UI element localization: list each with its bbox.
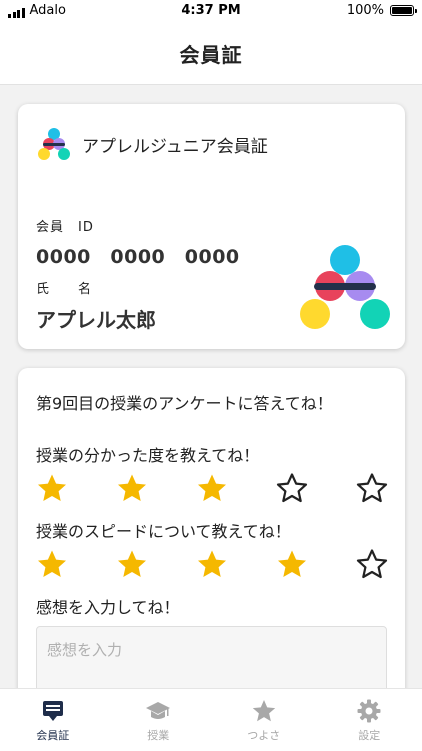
member-name-value: アプレル太郎: [36, 304, 156, 333]
member-name-label: 氏 名: [36, 278, 92, 297]
battery-icon: [390, 5, 414, 16]
nav-label-strength: つよさ: [247, 727, 280, 743]
star-filled-icon[interactable]: [196, 548, 228, 580]
small-logo-icon: [36, 126, 72, 162]
star-outline-icon[interactable]: [356, 472, 388, 504]
star-filled-icon[interactable]: [196, 472, 228, 504]
survey-heading: 第9回目の授業のアンケートに答えてね！: [36, 390, 333, 414]
question-speed: 授業のスピードについて教えてね！: [36, 518, 291, 542]
nav-label-member-card: 会員証: [36, 727, 69, 743]
status-bar: Adalo 4:37 PM 100%: [0, 0, 422, 22]
star-outline-icon[interactable]: [356, 548, 388, 580]
graduation-cap-icon: [145, 698, 171, 724]
star-filled-icon[interactable]: [36, 472, 68, 504]
nav-item-strength[interactable]: つよさ: [211, 689, 317, 751]
understanding-rating[interactable]: [36, 472, 388, 504]
question-understanding: 授業の分かった度を教えてね！: [36, 442, 259, 466]
member-id-label: 会員 ID: [36, 216, 94, 235]
speed-rating[interactable]: [36, 548, 388, 580]
bottom-nav: 会員証 授業 つよさ: [0, 688, 422, 751]
star-filled-icon[interactable]: [36, 548, 68, 580]
star-filled-icon[interactable]: [276, 548, 308, 580]
star-outline-icon[interactable]: [276, 472, 308, 504]
gear-icon: [356, 698, 382, 724]
question-comment: 感想を入力してね！: [36, 594, 180, 618]
nav-item-settings[interactable]: 設定: [317, 689, 422, 751]
member-id-value: 0000 0000 0000: [36, 242, 240, 269]
battery-percent: 100%: [347, 3, 384, 18]
status-right: 100%: [347, 3, 414, 18]
nav-label-settings: 設定: [358, 727, 380, 743]
star-icon: [251, 698, 277, 724]
member-card-icon: [40, 698, 66, 724]
page-title: 会員証: [180, 39, 243, 68]
nav-label-lessons: 授業: [147, 727, 169, 743]
star-filled-icon[interactable]: [116, 548, 148, 580]
app-header: 会員証: [0, 22, 422, 85]
member-card: アプレルジュニア会員証 会員 ID 0000 0000 0000 氏 名 アプレ…: [18, 104, 405, 349]
star-filled-icon[interactable]: [116, 472, 148, 504]
brand-logo: [298, 244, 392, 334]
member-card-header: アプレルジュニア会員証: [36, 126, 268, 162]
survey-card: 第9回目の授業のアンケートに答えてね！ 授業の分かった度を教えてね！ 授業のスピ…: [18, 368, 405, 708]
nav-item-member-card[interactable]: 会員証: [0, 689, 106, 751]
nav-item-lessons[interactable]: 授業: [106, 689, 212, 751]
member-card-title: アプレルジュニア会員証: [82, 132, 268, 157]
